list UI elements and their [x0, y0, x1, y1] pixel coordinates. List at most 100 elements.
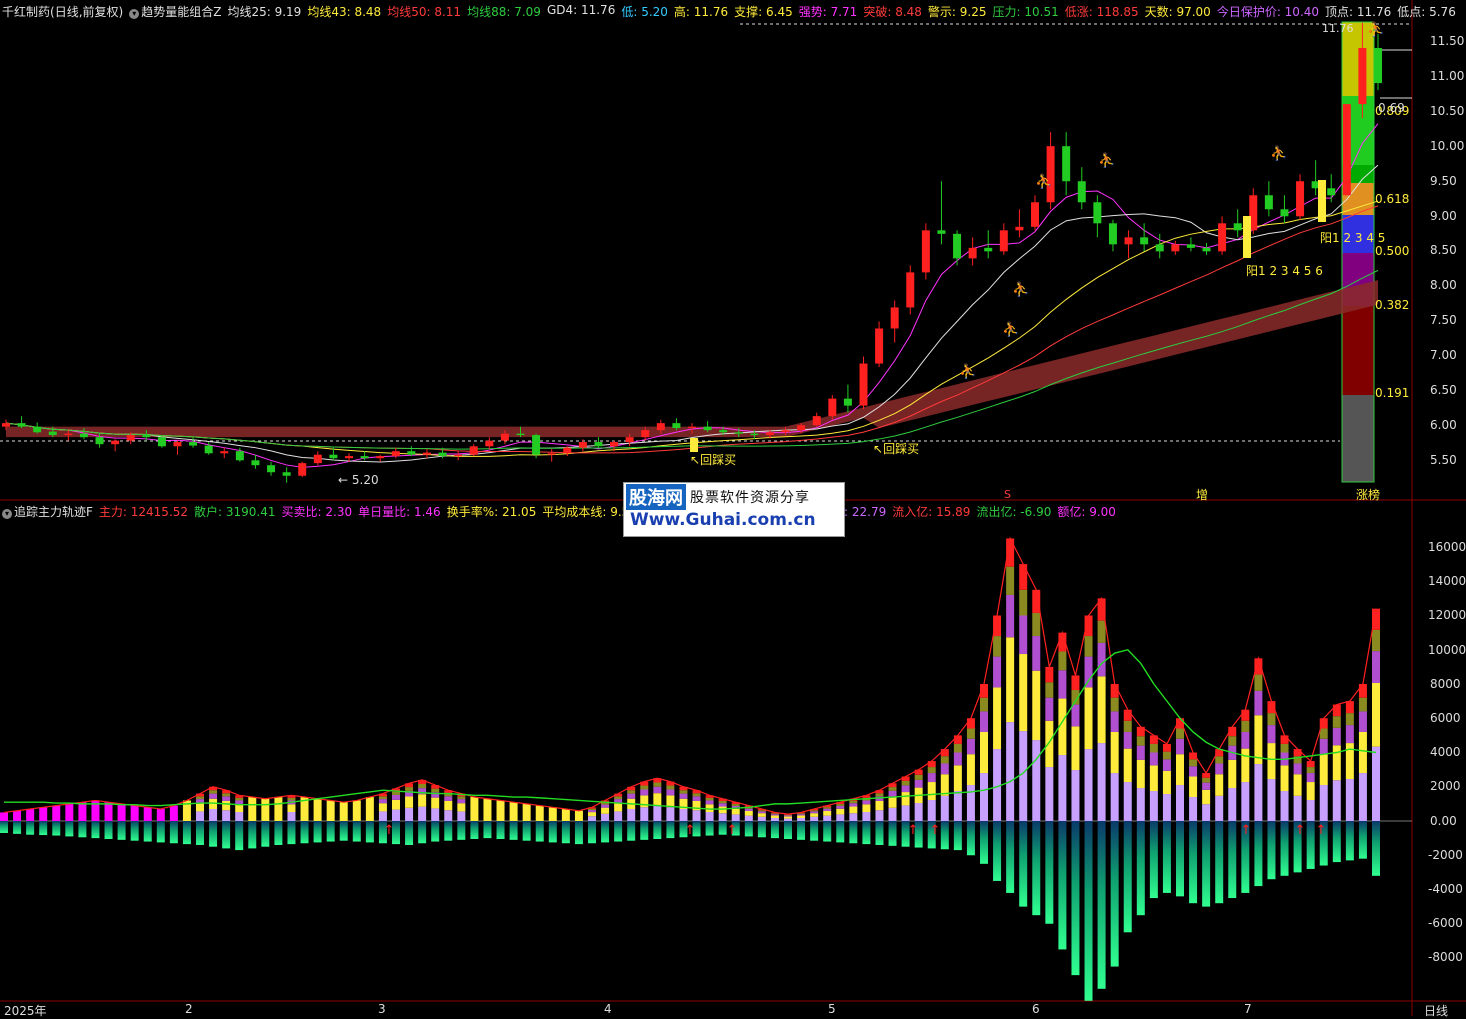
volume-indicator-values-right: 总亿: 22.79流入亿: 15.89流出亿: -6.90额亿: 9.00 — [820, 503, 1116, 520]
main-force-segment — [1110, 684, 1119, 698]
volume-indicator-values: 主力: 12415.52 散户: 3190.41 买卖比: 2.30 单日量比: 1.… — [99, 503, 655, 520]
candle-body — [1062, 146, 1071, 182]
candle-body — [1093, 202, 1102, 224]
main-force-segment — [718, 803, 727, 807]
main-force-segment — [392, 794, 400, 800]
retail-bar — [849, 821, 858, 844]
candle-body — [345, 456, 353, 459]
retail-bar — [757, 821, 766, 838]
main-force-bar — [470, 797, 479, 821]
main-force-segment — [1267, 713, 1276, 726]
buy-arrow-icon: ↑ — [384, 823, 395, 838]
retail-bar — [1071, 821, 1080, 976]
stock-name[interactable]: 千红制药 — [2, 3, 50, 20]
candle-body — [734, 432, 743, 434]
main-force-segment — [614, 811, 623, 821]
candle-body — [719, 430, 728, 433]
indicator-item: 低: 5.20 — [621, 3, 668, 20]
main-force-segment — [1019, 615, 1028, 655]
main-force-segment — [1136, 788, 1145, 821]
candle-body — [532, 435, 541, 455]
main-force-segment — [666, 785, 675, 790]
runner-icon: ⛹ — [1035, 172, 1052, 190]
main-force-bar — [313, 798, 322, 821]
retail-bar — [352, 821, 361, 842]
main-force-segment — [1084, 636, 1093, 657]
main-force-segment — [222, 800, 231, 811]
main-force-bar — [26, 809, 35, 821]
candle-body — [672, 423, 681, 429]
retail-bar — [980, 821, 988, 864]
retail-bar — [614, 821, 623, 842]
ma-line-strong — [5, 123, 1379, 468]
indicator-value: 11.76 — [1353, 4, 1392, 19]
candle-body — [391, 451, 400, 457]
volume-tick: 6000 — [1430, 711, 1461, 725]
main-force-segment — [1176, 754, 1184, 786]
main-force-segment — [1228, 759, 1237, 789]
volume-tick: -4000 — [1428, 882, 1463, 896]
indicator-label: 均线43: — [307, 4, 351, 19]
stock-mode[interactable]: (日线,前复权) — [50, 3, 123, 20]
retail-bar — [784, 821, 792, 839]
indicator-name-2: 追踪主力轨迹F — [14, 504, 93, 519]
candle-body — [1155, 244, 1164, 252]
indicator-item: 均线25: 9.19 — [227, 3, 301, 20]
main-force-segment — [1332, 704, 1341, 717]
main-force-segment — [1097, 743, 1106, 821]
main-force-segment — [888, 787, 897, 791]
pullback-label-2: ↖回踩买 — [873, 442, 920, 456]
main-force-segment — [431, 808, 440, 821]
retail-bar — [888, 821, 897, 846]
chevron-down-icon[interactable]: ▾ — [2, 508, 12, 519]
main-force-segment — [692, 810, 701, 821]
main-force-segment — [640, 807, 649, 821]
main-force-segment — [1045, 666, 1054, 683]
main-force-segment — [1110, 711, 1119, 732]
main-force-segment — [1280, 791, 1289, 821]
main-force-segment — [1176, 785, 1184, 821]
main-force-segment — [914, 803, 923, 821]
volume-tick: 2000 — [1430, 779, 1461, 794]
price-tick: 8.50 — [1430, 243, 1457, 258]
candle-body — [17, 423, 26, 427]
candle-body — [1327, 188, 1336, 196]
indicator-select-2[interactable]: ▾ 追踪主力轨迹F — [2, 503, 93, 520]
main-force-segment — [1345, 725, 1354, 744]
indicator-select[interactable]: ▾ 趋势量能组合Z — [129, 3, 221, 20]
main-force-segment — [1019, 654, 1028, 732]
retail-bar — [966, 821, 975, 856]
main-force-segment — [770, 813, 779, 815]
indicator-label: 支撑: — [734, 4, 763, 19]
main-force-segment — [1332, 745, 1341, 781]
candle-body — [812, 416, 821, 426]
period-label[interactable]: 日线 — [1424, 1002, 1448, 1019]
watermark-logo: 股海网 — [626, 484, 686, 510]
volume-indicator-r-label: 额亿: — [1057, 504, 1086, 519]
ma-line-25 — [5, 164, 1379, 463]
retail-bar — [705, 821, 714, 836]
retail-bar — [457, 821, 466, 840]
main-force-segment — [1241, 731, 1250, 749]
retail-bar — [1045, 821, 1054, 924]
candle-body — [173, 442, 182, 447]
main-force-segment — [1319, 738, 1328, 755]
main-force-segment — [770, 814, 779, 816]
main-force-bar — [13, 810, 22, 821]
buy-arrow-icon: ↑ — [1316, 823, 1327, 838]
retail-bar — [91, 821, 100, 839]
main-force-segment — [679, 793, 688, 799]
main-force-segment — [1032, 636, 1041, 671]
candle-body — [594, 442, 603, 447]
buy-arrow-icon: ↑ — [1241, 823, 1252, 838]
main-force-segment — [1293, 763, 1302, 775]
main-force-segment — [1358, 731, 1367, 774]
main-force-segment — [757, 810, 766, 812]
main-force-segment — [1345, 779, 1354, 821]
main-force-segment — [914, 779, 923, 788]
main-force-segment — [1228, 788, 1237, 821]
candle-body — [64, 433, 73, 436]
candle-body — [797, 425, 806, 431]
candle-body — [516, 433, 525, 436]
chevron-down-icon[interactable]: ▾ — [129, 8, 140, 19]
